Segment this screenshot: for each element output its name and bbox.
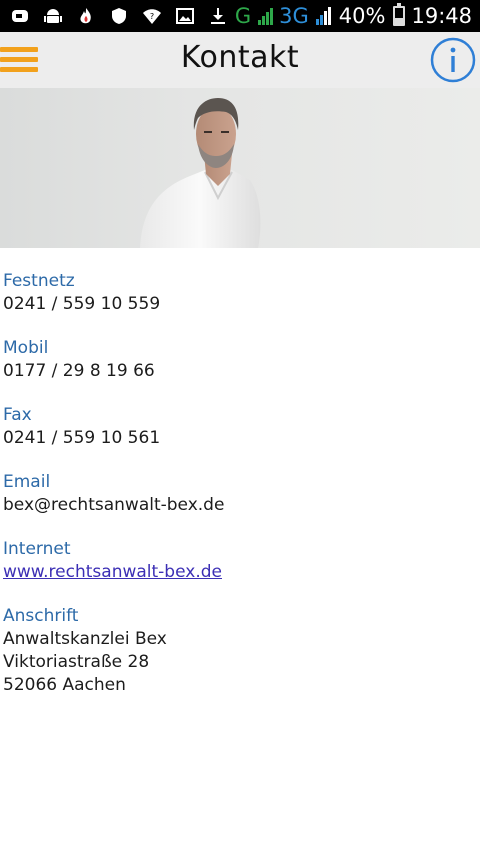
email-section: Email bex@rechtsanwalt-bex.de <box>3 471 473 517</box>
anschrift-section: Anschrift Anwaltskanzlei Bex Viktoriastr… <box>3 605 473 697</box>
anschrift-label: Anschrift <box>3 606 79 626</box>
internet-label: Internet <box>3 539 71 559</box>
festnetz-section: Festnetz 0241 / 559 10 559 <box>3 270 473 316</box>
status-system-info: G 3G 40% 19:48 <box>235 0 472 32</box>
address-line-2: Viktoriastraße 28 <box>3 652 150 672</box>
profile-photo <box>0 88 480 248</box>
email-address[interactable]: bex@rechtsanwalt-bex.de <box>3 494 473 517</box>
info-icon[interactable] <box>429 36 477 84</box>
battery-percent: 40% <box>338 4 386 28</box>
shield-icon <box>112 8 126 24</box>
internet-section: Internet www.rechtsanwalt-bex.de <box>3 538 473 584</box>
signal-3g-icon <box>315 7 331 25</box>
contact-details: Festnetz 0241 / 559 10 559 Mobil 0177 / … <box>3 270 473 718</box>
wifi-question-icon: ? <box>143 9 161 24</box>
address-line-3: 52066 Aachen <box>3 675 126 695</box>
battery-icon <box>393 3 406 26</box>
status-bar: ? G 3G 40% 19:48 <box>0 0 480 32</box>
network-3g-label: 3G <box>279 4 309 28</box>
fax-section: Fax 0241 / 559 10 561 <box>3 404 473 450</box>
address-line-1: Anwaltskanzlei Bex <box>3 629 167 649</box>
mobil-section: Mobil 0177 / 29 8 19 66 <box>3 337 473 383</box>
fax-number: 0241 / 559 10 561 <box>3 428 161 448</box>
signal-icon <box>258 8 274 25</box>
clock: 19:48 <box>411 4 472 28</box>
page-title: Kontakt <box>180 40 300 75</box>
email-label: Email <box>3 472 51 492</box>
notification-icon <box>12 10 28 22</box>
app-bar: Kontakt <box>0 32 480 88</box>
website-link[interactable]: www.rechtsanwalt-bex.de <box>3 561 473 584</box>
flame-icon <box>80 8 91 24</box>
festnetz-number[interactable]: 0241 / 559 10 559 <box>3 293 473 316</box>
mobil-number[interactable]: 0177 / 29 8 19 66 <box>3 360 473 383</box>
svg-text:?: ? <box>150 12 154 21</box>
status-notification-icons: ? <box>10 0 228 32</box>
lawyer-portrait-image <box>140 98 261 248</box>
download-icon <box>211 8 225 24</box>
fax-label: Fax <box>3 405 32 425</box>
festnetz-label: Festnetz <box>3 271 75 291</box>
network-g-label: G <box>234 4 252 28</box>
android-icon <box>44 9 62 23</box>
mobil-label: Mobil <box>3 338 49 358</box>
image-icon <box>176 8 194 24</box>
